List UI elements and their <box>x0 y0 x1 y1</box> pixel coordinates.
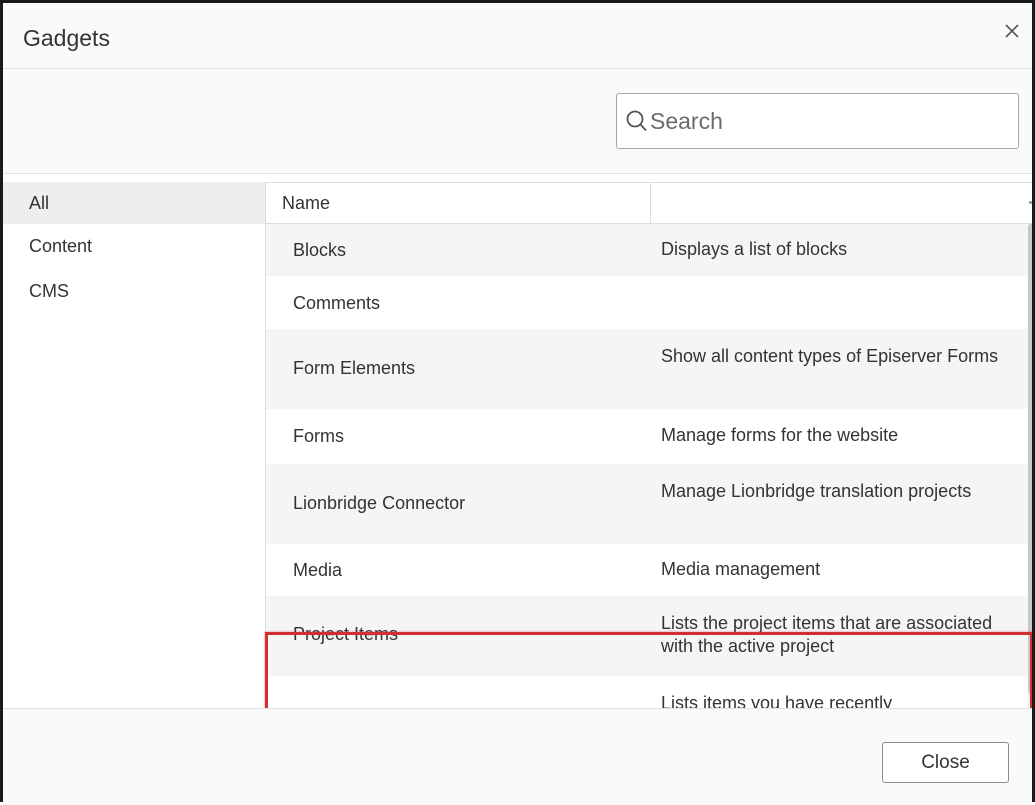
dialog-body: All Content CMS Name Blocks Displays a l… <box>3 173 1032 708</box>
close-icon[interactable] <box>1000 19 1024 43</box>
gadgets-dialog: Gadgets All Content <box>0 0 1035 805</box>
dialog-toolbar <box>3 69 1032 173</box>
row-name: Blocks <box>293 240 347 260</box>
column-header-name[interactable]: Name <box>266 183 651 223</box>
row-name: Form Elements <box>293 358 416 378</box>
row-description: Lists the project items that are associa… <box>661 613 993 656</box>
table-row[interactable]: Comments <box>266 276 1028 329</box>
row-name: Forms <box>293 426 344 446</box>
row-name: Lionbridge Connector <box>293 493 466 513</box>
grid-scrollbar-thumb[interactable] <box>1028 224 1032 694</box>
row-name: Media <box>293 560 343 580</box>
row-description: Manage Lionbridge translation projects <box>661 481 972 501</box>
table-row[interactable]: Lists items you have recently <box>266 676 1028 708</box>
row-description: Displays a list of blocks <box>661 239 848 259</box>
category-sidebar: All Content CMS <box>3 182 265 314</box>
sidebar-item-content[interactable]: Content <box>3 224 265 269</box>
dialog-title: Gadgets <box>23 25 110 51</box>
close-button[interactable]: Close <box>882 742 1009 783</box>
dialog-footer: Close <box>3 708 1032 805</box>
grid-scrollbar[interactable] <box>1028 224 1032 708</box>
row-description: Manage forms for the website <box>661 425 899 445</box>
grid-header: Name <box>266 182 1032 224</box>
table-row[interactable]: Forms Manage forms for the website <box>266 409 1028 464</box>
row-name: Comments <box>293 293 381 313</box>
table-row[interactable]: Blocks Displays a list of blocks <box>266 224 1028 276</box>
grid-rows: Blocks Displays a list of blocks Comment… <box>266 224 1028 708</box>
sidebar-item-label: Content <box>29 236 93 256</box>
table-row[interactable]: Media Media management <box>266 544 1028 596</box>
search-input[interactable] <box>650 107 1010 135</box>
gadgets-grid: Name Blocks Displays a list of blocks Co… <box>265 182 1032 708</box>
column-header-description[interactable] <box>651 183 1032 223</box>
table-row[interactable]: Project Items Lists the project items th… <box>266 596 1028 676</box>
sidebar-item-all[interactable]: All <box>3 182 265 224</box>
sidebar-item-cms[interactable]: CMS <box>3 269 265 314</box>
row-description: Lists items you have recently <box>661 693 893 708</box>
search-box[interactable] <box>616 93 1019 149</box>
row-description: Show all content types of Episerver Form… <box>661 346 999 366</box>
row-name: Project Items <box>293 624 399 644</box>
sort-indicator-icon <box>1029 201 1032 204</box>
sidebar-item-label: CMS <box>29 281 69 301</box>
sidebar-item-label: All <box>29 193 50 213</box>
search-icon <box>625 108 649 134</box>
row-description: Media management <box>661 559 821 579</box>
table-row[interactable]: Form Elements Show all content types of … <box>266 329 1028 409</box>
dialog-title-bar: Gadgets <box>3 3 1032 69</box>
table-row-lionbridge-connector[interactable]: Lionbridge Connector Manage Lionbridge t… <box>266 464 1028 544</box>
